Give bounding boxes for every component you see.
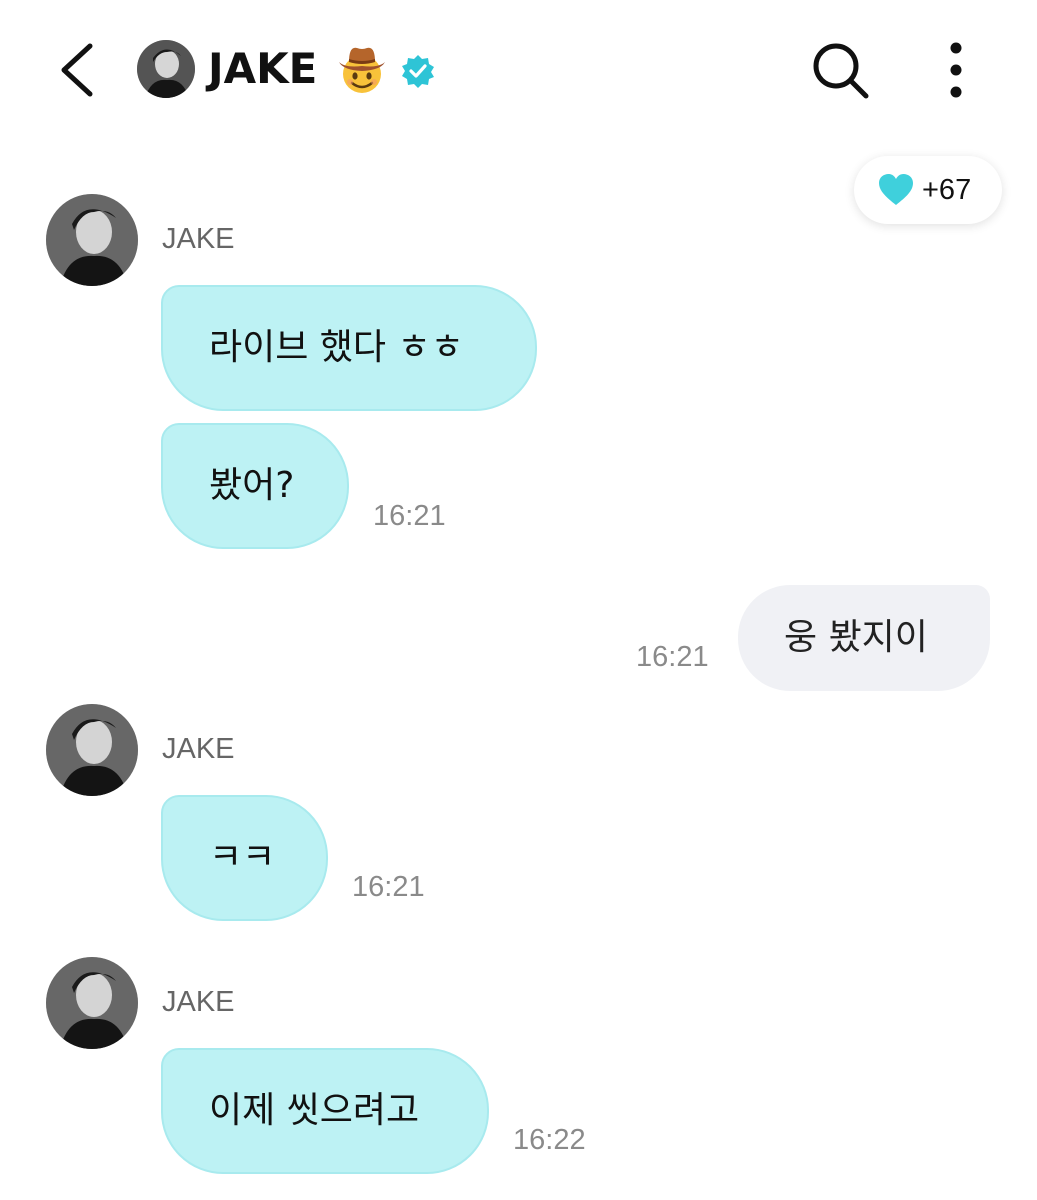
search-icon (813, 43, 869, 99)
reaction-count: +67 (922, 174, 972, 206)
message-bubble-incoming[interactable]: 봤어? (161, 423, 349, 549)
message-bubble-incoming[interactable]: ㅋㅋ (161, 795, 328, 921)
sender-name: JAKE (162, 733, 235, 765)
avatar[interactable] (137, 40, 195, 98)
heart-icon (879, 174, 913, 205)
page-title: JAKE (208, 44, 318, 93)
more-vertical-icon (950, 42, 962, 98)
message-timestamp: 16:21 (373, 500, 446, 532)
message-timestamp: 16:21 (636, 641, 709, 673)
message-timestamp: 16:21 (352, 871, 425, 903)
avatar[interactable] (46, 957, 138, 1049)
verified-check-icon (401, 54, 435, 88)
sender-name: JAKE (162, 986, 235, 1018)
back-button[interactable] (52, 38, 108, 102)
chat-header: JAKE (0, 0, 1037, 140)
chevron-left-icon (61, 43, 93, 97)
message-bubble-incoming[interactable]: 이제 씻으려고 (161, 1048, 489, 1174)
avatar[interactable] (46, 704, 138, 796)
message-timestamp: 16:22 (513, 1124, 586, 1156)
avatar[interactable] (46, 194, 138, 286)
search-button[interactable] (808, 38, 872, 102)
message-bubble-incoming[interactable]: 라이브 했다 ㅎㅎ (161, 285, 537, 411)
more-options-button[interactable] (936, 38, 976, 102)
cowboy-hat-face-icon (335, 42, 389, 96)
reaction-button[interactable]: +67 (854, 156, 1002, 224)
message-bubble-outgoing[interactable]: 웅 봤지이 (738, 585, 990, 691)
sender-name: JAKE (162, 223, 235, 255)
